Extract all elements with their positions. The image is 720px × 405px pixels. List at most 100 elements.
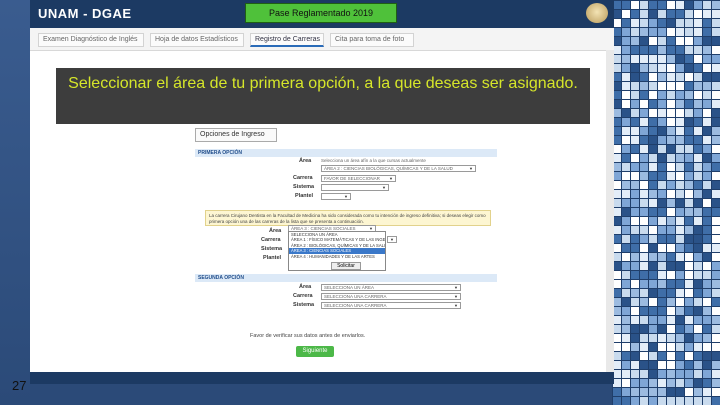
mosaic-tile — [712, 307, 720, 315]
mosaic-tile — [676, 199, 684, 207]
mosaic-tile — [622, 100, 630, 108]
plantel-label-1: Plantel — [295, 193, 314, 199]
mosaic-tile — [649, 271, 657, 279]
mosaic-tile — [703, 235, 711, 243]
mosaic-tile — [640, 154, 648, 162]
mosaic-tile — [613, 199, 621, 207]
mosaic-tile — [622, 370, 630, 378]
submit-button[interactable]: Siguiente — [296, 346, 334, 357]
mosaic-tile — [694, 127, 702, 135]
scrollbar[interactable] — [606, 50, 614, 384]
mosaic-tile — [676, 1, 684, 9]
mosaic-tile — [676, 298, 684, 306]
mosaic-tile — [694, 10, 702, 18]
dropdown-option[interactable]: ÁREA 4 : HUMANIDADES Y DE LAS ARTES — [289, 254, 385, 259]
area-select-1[interactable]: ÁREA 2 : CIENCIAS BIOLÓGICAS, QUÍMICAS Y… — [321, 165, 476, 172]
mosaic-tile — [631, 19, 639, 27]
carrera-select-3[interactable]: SELECCIONA UNA CARRERA ▼ — [321, 293, 461, 300]
mosaic-tile — [685, 208, 693, 216]
mosaic-tile — [694, 361, 702, 369]
mosaic-tile — [685, 163, 693, 171]
mosaic-tile — [622, 217, 630, 225]
mosaic-tile — [658, 163, 666, 171]
carrera-select-2[interactable]: ▼ — [387, 236, 397, 243]
mosaic-tile — [703, 163, 711, 171]
mosaic-tile — [622, 226, 630, 234]
mosaic-tile — [640, 316, 648, 324]
sistema-select-1[interactable]: ▼ — [321, 184, 389, 191]
mosaic-tile — [685, 244, 693, 252]
mosaic-tile — [631, 271, 639, 279]
chevron-down-icon: ▼ — [389, 176, 393, 181]
mosaic-tile — [658, 73, 666, 81]
mosaic-tile — [712, 334, 720, 342]
mosaic-tile — [631, 136, 639, 144]
mosaic-tile — [640, 37, 648, 45]
mosaic-tile — [712, 388, 720, 396]
mosaic-tile — [685, 37, 693, 45]
mosaic-tile — [694, 46, 702, 54]
mosaic-tile — [703, 199, 711, 207]
plantel-select-1[interactable]: ▼ — [321, 193, 351, 200]
mosaic-tile — [658, 361, 666, 369]
mosaic-tile — [676, 82, 684, 90]
mosaic-tile — [712, 91, 720, 99]
mosaic-tile — [694, 316, 702, 324]
sistema-select-3[interactable]: SELECCIONA UNA CARRERA ▼ — [321, 302, 461, 309]
mosaic-tile — [622, 37, 630, 45]
mosaic-tile — [694, 379, 702, 387]
mosaic-tile — [703, 361, 711, 369]
avatar[interactable] — [586, 3, 608, 23]
mosaic-tile — [685, 19, 693, 27]
mosaic-tile — [712, 397, 720, 405]
mosaic-tile — [685, 10, 693, 18]
mosaic-tile — [676, 370, 684, 378]
tab-hoja-datos[interactable]: Hoja de datos Estadísticos — [150, 33, 244, 47]
mosaic-tile — [649, 370, 657, 378]
sistema-label-2: Sistema — [261, 246, 283, 252]
mosaic-tile — [712, 289, 720, 297]
tab-examen-ingles[interactable]: Examen Diagnóstico de Inglés — [38, 33, 144, 47]
mosaic-tile — [703, 208, 711, 216]
area-select-3[interactable]: SELECCIONA UN ÁREA ▼ — [321, 284, 461, 291]
mosaic-tile — [622, 307, 630, 315]
tab-registro-carreras[interactable]: Registro de Carreras — [250, 33, 324, 47]
solicitar-button[interactable]: Solicitar — [331, 262, 361, 270]
mosaic-tile — [685, 361, 693, 369]
mosaic-tile — [631, 235, 639, 243]
mosaic-tile — [676, 145, 684, 153]
mosaic-tile — [676, 28, 684, 36]
mosaic-tile — [703, 334, 711, 342]
mosaic-tile — [622, 181, 630, 189]
mosaic-tile — [658, 109, 666, 117]
mosaic-tile — [712, 145, 720, 153]
mosaic-tile — [694, 154, 702, 162]
mosaic-tile — [676, 46, 684, 54]
mosaic-tile — [613, 109, 621, 117]
mosaic-tile — [640, 109, 648, 117]
mosaic-tile — [640, 163, 648, 171]
mosaic-tile — [703, 109, 711, 117]
mosaic-tile — [703, 118, 711, 126]
mosaic-tile — [694, 307, 702, 315]
mosaic-tile — [712, 298, 720, 306]
mosaic-tile — [622, 379, 630, 387]
slide-title-banner: Seleccionar el área de tu primera opción… — [56, 68, 590, 124]
mosaic-tile — [676, 388, 684, 396]
mosaic-tile — [712, 361, 720, 369]
mosaic-tile — [649, 253, 657, 261]
tab-cita-foto[interactable]: Cita para toma de foto — [330, 33, 414, 47]
mosaic-tile — [676, 280, 684, 288]
mosaic-tile — [640, 352, 648, 360]
mosaic-tile — [622, 361, 630, 369]
mosaic-tile — [712, 37, 720, 45]
mosaic-tile — [694, 28, 702, 36]
mosaic-tile — [640, 379, 648, 387]
dropdown-option[interactable]: ÁREA 1 : FÍSICO MATEMÁTICAS Y DE LAS ING… — [289, 237, 385, 242]
mosaic-tile — [613, 298, 621, 306]
mosaic-tile — [613, 379, 621, 387]
carrera-select-1[interactable]: FAVOR DE SELECCIONAR ▼ — [321, 175, 396, 182]
mosaic-tile — [631, 1, 639, 9]
mosaic-tile — [613, 37, 621, 45]
mosaic-tile — [649, 136, 657, 144]
